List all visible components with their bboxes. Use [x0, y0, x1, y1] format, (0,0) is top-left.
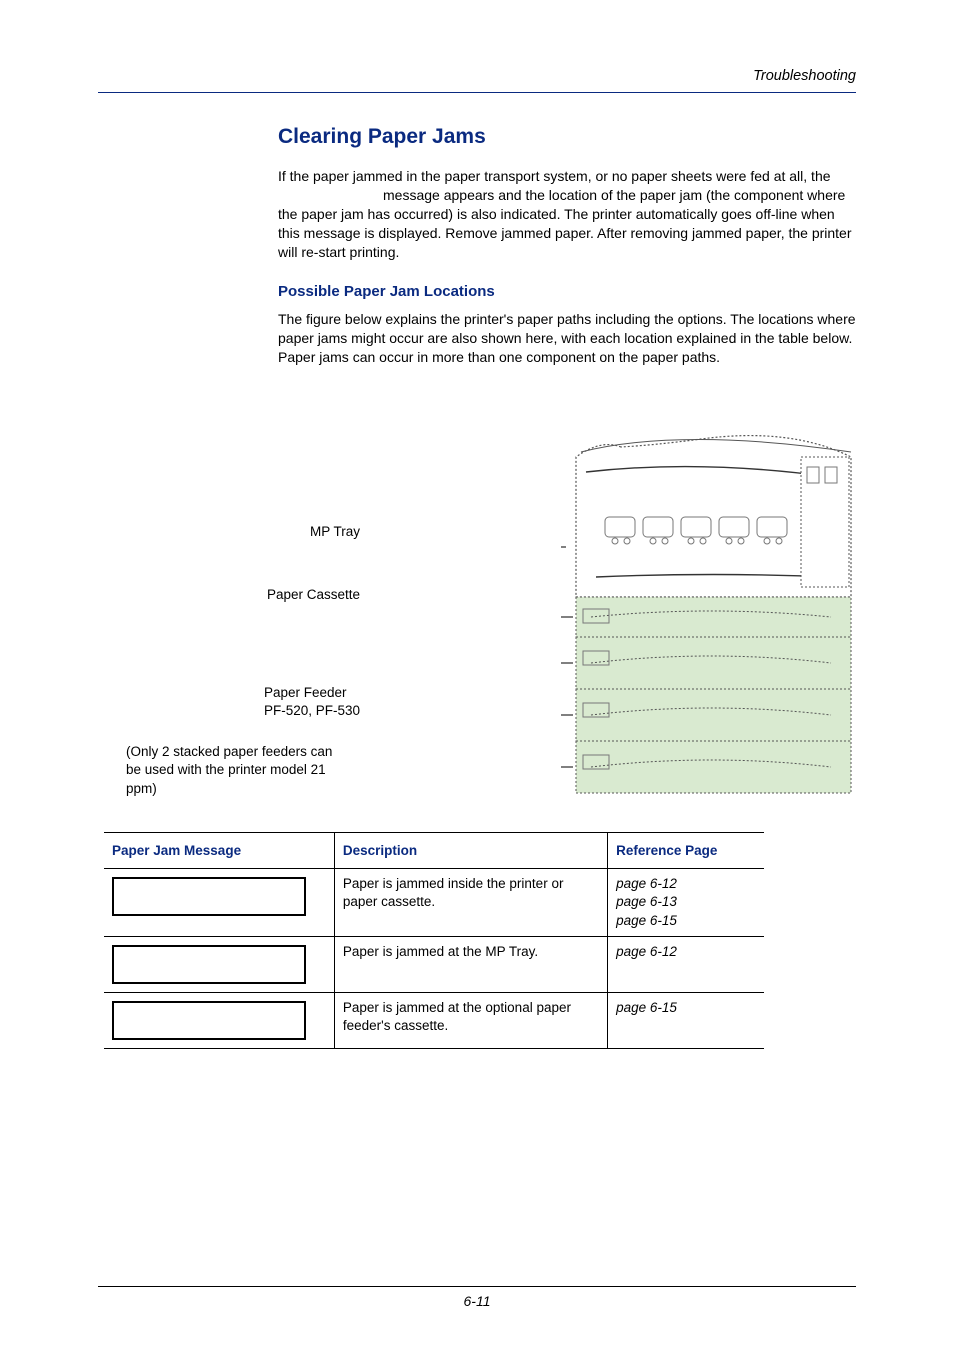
main-heading: Clearing Paper Jams [278, 125, 856, 149]
ref-link[interactable]: page 6-13 [616, 894, 677, 909]
table-header-row: Paper Jam Message Description Reference … [104, 833, 764, 869]
table-row: Paper is jammed inside the printer or pa… [104, 869, 764, 937]
intro-paragraph: If the paper jammed in the paper transpo… [278, 167, 856, 261]
printer-diagram [561, 417, 911, 827]
th-message: Paper Jam Message [104, 833, 334, 869]
th-reference: Reference Page [608, 833, 764, 869]
table-row: Paper is jammed at the MP Tray. page 6-1… [104, 936, 764, 992]
page-footer: 6-11 [98, 1286, 856, 1309]
page-number: 6-11 [98, 1293, 856, 1309]
td-desc: Paper is jammed inside the printer or pa… [334, 869, 607, 937]
td-desc: Paper is jammed at the MP Tray. [334, 936, 607, 992]
ref-link[interactable]: page 6-12 [616, 876, 677, 891]
page-container: Troubleshooting Clearing Paper Jams If t… [0, 0, 954, 1351]
header-rule [98, 92, 856, 93]
lcd-message-frame [112, 945, 306, 984]
figure-label-paper-feeder: Paper Feeder PF-520, PF-530 [264, 684, 360, 719]
figure-label-paper-cassette: Paper Cassette [267, 586, 360, 604]
figure-label-mp-tray: MP Tray [310, 523, 360, 541]
td-desc: Paper is jammed at the optional paper fe… [334, 992, 607, 1048]
footer-rule [98, 1286, 856, 1287]
sub-paragraph: The figure below explains the printer's … [278, 310, 856, 367]
th-description: Description [334, 833, 607, 869]
content-body: Clearing Paper Jams If the paper jammed … [278, 125, 856, 367]
ref-link[interactable]: page 6-12 [616, 944, 677, 959]
figure-area: MP Tray Paper Cassette Paper Feeder PF-5… [98, 397, 856, 837]
figure-note: (Only 2 stacked paper feeders can be use… [126, 743, 336, 798]
header-section-label: Troubleshooting [98, 68, 856, 84]
sub-heading: Possible Paper Jam Locations [278, 283, 856, 300]
lcd-message-frame [112, 877, 306, 916]
paper-feeder-line1: Paper Feeder [264, 685, 347, 700]
jam-table: Paper Jam Message Description Reference … [104, 832, 764, 1049]
table-row: Paper is jammed at the optional paper fe… [104, 992, 764, 1048]
ref-link[interactable]: page 6-15 [616, 1000, 677, 1015]
lcd-message-frame [112, 1001, 306, 1040]
paper-feeder-line2: PF-520, PF-530 [264, 703, 360, 718]
ref-link[interactable]: page 6-15 [616, 913, 677, 928]
